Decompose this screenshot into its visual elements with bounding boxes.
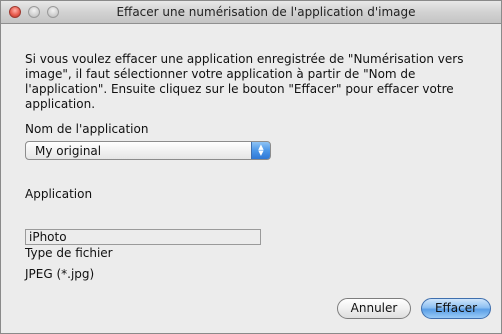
title-bar[interactable]: Effacer une numérisation de l'applicatio… [1,1,501,24]
cancel-button[interactable]: Annuler [337,298,411,319]
popup-arrows-icon: ▲ ▼ [251,142,270,159]
file-type-value: JPEG (*.jpg) [25,267,95,281]
dialog-content: Si vous voulez effacer une application e… [1,24,501,333]
application-label: Application [25,187,93,201]
file-type-label: Type de fichier [25,246,113,260]
app-name-selected-value: My original [35,144,102,158]
app-name-popup[interactable]: My original ▲ ▼ [25,141,271,160]
dialog-window: Effacer une numérisation de l'applicatio… [0,0,502,334]
app-name-label: Nom de l'application [25,122,149,136]
delete-button[interactable]: Effacer [421,298,491,319]
application-field: iPhoto [25,229,261,245]
window-title: Effacer une numérisation de l'applicatio… [116,5,416,19]
application-value: iPhoto [29,230,67,244]
instructions-text: Si vous voulez effacer une application e… [25,52,464,111]
